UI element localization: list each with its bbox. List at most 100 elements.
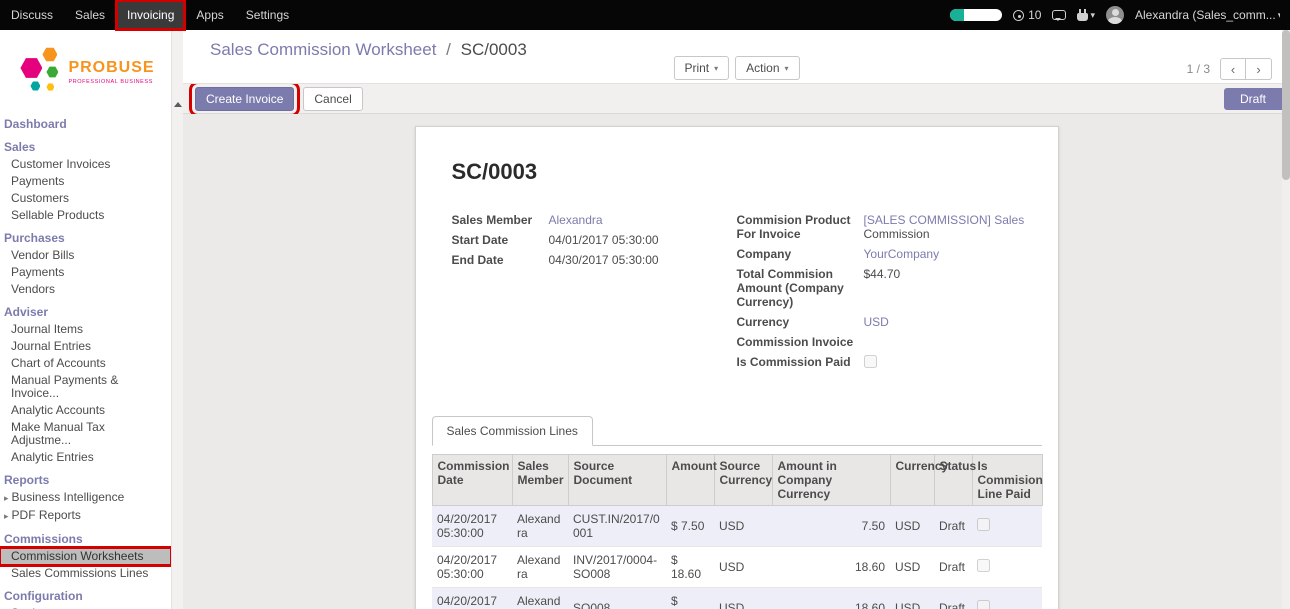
probuse-logo[interactable]: PROBUSE PROFESSIONAL BUSINESS <box>0 30 171 108</box>
sidebar-section-purchases[interactable]: Purchases <box>0 229 171 247</box>
status-badge-draft[interactable]: Draft <box>1224 88 1282 110</box>
breadcrumb-separator: / <box>446 40 451 59</box>
nav-discuss[interactable]: Discuss <box>0 0 64 30</box>
cell-doc: CUST.IN/2017/0001 <box>568 506 666 547</box>
create-invoice-button[interactable]: Create Invoice <box>195 87 294 111</box>
sidebar-item-payments-sales[interactable]: Payments <box>0 173 171 190</box>
line-paid-checkbox[interactable] <box>977 518 990 531</box>
pager: 1 / 3 ‹ › <box>1187 58 1272 80</box>
sidebar-item-business-intelligence[interactable]: ▸Business Intelligence <box>0 489 171 507</box>
field-groups: Sales Member Alexandra Start Date 04/01/… <box>452 213 1042 377</box>
sidebar-item-vendor-bills[interactable]: Vendor Bills <box>0 247 171 264</box>
sidebar-item-sellable-products[interactable]: Sellable Products <box>0 207 171 224</box>
col-is-commission-line-paid[interactable]: Is Commision Line Paid <box>972 455 1042 506</box>
nav-settings[interactable]: Settings <box>235 0 300 30</box>
sidebar-item-payments-purchases[interactable]: Payments <box>0 264 171 281</box>
col-amount[interactable]: Amount <box>666 455 714 506</box>
sidebar-item-journal-items[interactable]: Journal Items <box>0 321 171 338</box>
form-view: SC/0003 Sales Member Alexandra Start Dat… <box>183 114 1290 609</box>
col-currency[interactable]: Currency <box>890 455 934 506</box>
logo-hexagons-icon <box>16 45 62 99</box>
commission-line-row[interactable]: 04/20/2017 05:30:00 Alexandra CUST.IN/20… <box>432 506 1042 547</box>
col-status[interactable]: Status <box>934 455 972 506</box>
messages-icon[interactable] <box>1052 10 1066 20</box>
cell-amount: $ 18.60 <box>666 547 714 588</box>
page-scrollbar[interactable] <box>1282 30 1290 609</box>
sidebar-item-label: PDF Reports <box>12 508 81 522</box>
col-amount-company-currency[interactable]: Amount in Company Currency <box>772 455 890 506</box>
field-value-company[interactable]: YourCompany <box>864 247 940 261</box>
breadcrumb-current: SC/0003 <box>461 40 527 59</box>
nav-apps[interactable]: Apps <box>185 0 234 30</box>
nav-invoicing[interactable]: Invoicing <box>116 0 185 30</box>
sidebar-section-sales[interactable]: Sales <box>0 138 171 156</box>
field-value-commission-product[interactable]: [SALES COMMISSION] Sales <box>864 213 1025 227</box>
sidebar: PROBUSE PROFESSIONAL BUSINESS Dashboard … <box>0 30 183 609</box>
sidebar-section-dashboard[interactable]: Dashboard <box>0 115 171 133</box>
sidebar-item-analytic-entries[interactable]: Analytic Entries <box>0 449 171 466</box>
commission-line-row[interactable]: 04/20/2017 05:30:00 Alexandra INV/2017/0… <box>432 547 1042 588</box>
scroll-up-arrow-icon <box>174 102 182 107</box>
cancel-button[interactable]: Cancel <box>303 87 362 111</box>
is-commission-paid-checkbox[interactable] <box>864 355 877 368</box>
cell-date: 04/20/2017 05:30:00 <box>432 506 512 547</box>
field-label-commission-product: Commision Product For Invoice <box>737 213 864 241</box>
caret-down-icon: ▾ <box>714 64 718 73</box>
cell-date: 04/20/2017 05:30:00 <box>432 547 512 588</box>
sidebar-item-customers[interactable]: Customers <box>0 190 171 207</box>
cell-amount-company: 18.60 <box>772 547 890 588</box>
field-value-sales-member[interactable]: Alexandra <box>549 213 603 227</box>
sidebar-item-sales-commissions-lines[interactable]: Sales Commissions Lines <box>0 565 171 582</box>
cell-member: Alexandra <box>512 506 568 547</box>
col-commission-date[interactable]: Commission Date <box>432 455 512 506</box>
scrollbar-thumb[interactable] <box>1282 30 1290 180</box>
field-value-currency[interactable]: USD <box>864 315 889 329</box>
cell-amount-company: 7.50 <box>772 506 890 547</box>
sidebar-item-chart-of-accounts[interactable]: Chart of Accounts <box>0 355 171 372</box>
commission-line-row[interactable]: 04/20/2017 10:35:53 Alexandra SO008 $ 18… <box>432 588 1042 609</box>
field-label-commission-invoice: Commission Invoice <box>737 335 864 349</box>
cell-member: Alexandra <box>512 547 568 588</box>
sidebar-section-reports[interactable]: Reports <box>0 471 171 489</box>
sidebar-item-manual-payments-invoice[interactable]: Manual Payments & Invoice... <box>0 372 171 402</box>
sidebar-section-commissions[interactable]: Commissions <box>0 530 171 548</box>
breadcrumb-parent[interactable]: Sales Commission Worksheet <box>210 40 436 59</box>
record-title: SC/0003 <box>452 159 1042 185</box>
plug-menu[interactable]: ▾ <box>1077 10 1095 21</box>
nav-sales[interactable]: Sales <box>64 0 116 30</box>
sidebar-item-settings[interactable]: Settings <box>0 605 171 609</box>
tab-sales-commission-lines[interactable]: Sales Commission Lines <box>432 416 593 446</box>
col-sales-member[interactable]: Sales Member <box>512 455 568 506</box>
line-paid-checkbox[interactable] <box>977 600 990 609</box>
user-menu[interactable]: Alexandra (Sales_comm... ▾ <box>1135 8 1280 22</box>
expand-arrow-icon: ▸ <box>4 493 9 503</box>
top-navbar: Discuss Sales Invoicing Apps Settings 10… <box>0 0 1290 30</box>
field-label-is-commission-paid: Is Commission Paid <box>737 355 864 371</box>
sidebar-item-commission-worksheets[interactable]: Commission Worksheets <box>0 548 171 565</box>
sidebar-section-adviser[interactable]: Adviser <box>0 303 171 321</box>
pager-previous-button[interactable]: ‹ <box>1220 58 1246 80</box>
sidebar-section-configuration[interactable]: Configuration <box>0 587 171 605</box>
cell-member: Alexandra <box>512 588 568 609</box>
expand-arrow-icon: ▸ <box>4 511 9 521</box>
line-paid-checkbox[interactable] <box>977 559 990 572</box>
col-source-document[interactable]: Source Document <box>568 455 666 506</box>
sidebar-item-analytic-accounts[interactable]: Analytic Accounts <box>0 402 171 419</box>
action-button[interactable]: Action ▾ <box>735 56 799 80</box>
systray: 10 ▾ Alexandra (Sales_comm... ▾ <box>950 0 1290 30</box>
sidebar-scrollbar[interactable] <box>171 30 183 609</box>
cell-currency: USD <box>890 506 934 547</box>
progress-indicator <box>950 9 1002 21</box>
activity-timer[interactable]: 10 <box>1013 8 1041 22</box>
print-button[interactable]: Print ▾ <box>673 56 729 80</box>
sidebar-item-journal-entries[interactable]: Journal Entries <box>0 338 171 355</box>
sidebar-item-vendors[interactable]: Vendors <box>0 281 171 298</box>
main-panel: Sales Commission Worksheet / SC/0003 Pri… <box>183 30 1290 609</box>
sidebar-item-pdf-reports[interactable]: ▸PDF Reports <box>0 507 171 525</box>
pager-next-button[interactable]: › <box>1246 58 1272 80</box>
sidebar-item-make-manual-tax-adjustment[interactable]: Make Manual Tax Adjustme... <box>0 419 171 449</box>
user-avatar[interactable] <box>1106 6 1124 24</box>
cell-currency: USD <box>890 588 934 609</box>
col-source-currency[interactable]: Source Currency <box>714 455 772 506</box>
sidebar-item-customer-invoices[interactable]: Customer Invoices <box>0 156 171 173</box>
